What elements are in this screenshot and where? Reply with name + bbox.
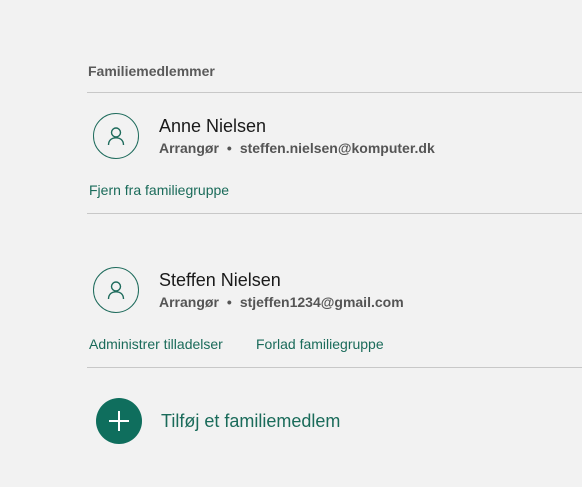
- add-family-member-label[interactable]: Tilføj et familiemedlem: [161, 411, 340, 432]
- member-meta: Arrangør • stjeffen1234@gmail.com: [159, 294, 404, 310]
- remove-from-family-link[interactable]: Fjern fra familiegruppe: [89, 182, 229, 198]
- person-icon: [93, 267, 139, 313]
- member-name: Anne Nielsen: [159, 116, 267, 136]
- meta-separator: •: [226, 140, 232, 156]
- divider-mid: [87, 213, 582, 214]
- divider-top: [87, 92, 582, 93]
- leave-family-link[interactable]: Forlad familiegruppe: [256, 336, 384, 352]
- member-email: steffen.nielsen@komputer.dk: [239, 140, 435, 156]
- member-name: Steffen Nielsen: [159, 270, 281, 290]
- member-meta: Arrangør • steffen.nielsen@komputer.dk: [159, 140, 435, 156]
- member-role: Arrangør: [159, 294, 219, 310]
- meta-separator: •: [226, 294, 232, 310]
- person-icon: [93, 113, 139, 159]
- section-title: Familiemedlemmer: [88, 63, 215, 79]
- member-role: Arrangør: [159, 140, 219, 156]
- member-email: stjeffen1234@gmail.com: [239, 294, 404, 310]
- add-family-member-button[interactable]: Tilføj et familiemedlem: [96, 398, 340, 444]
- plus-icon[interactable]: [96, 398, 142, 444]
- manage-permissions-link[interactable]: Administrer tilladelser: [89, 336, 223, 352]
- divider-bottom: [87, 367, 582, 368]
